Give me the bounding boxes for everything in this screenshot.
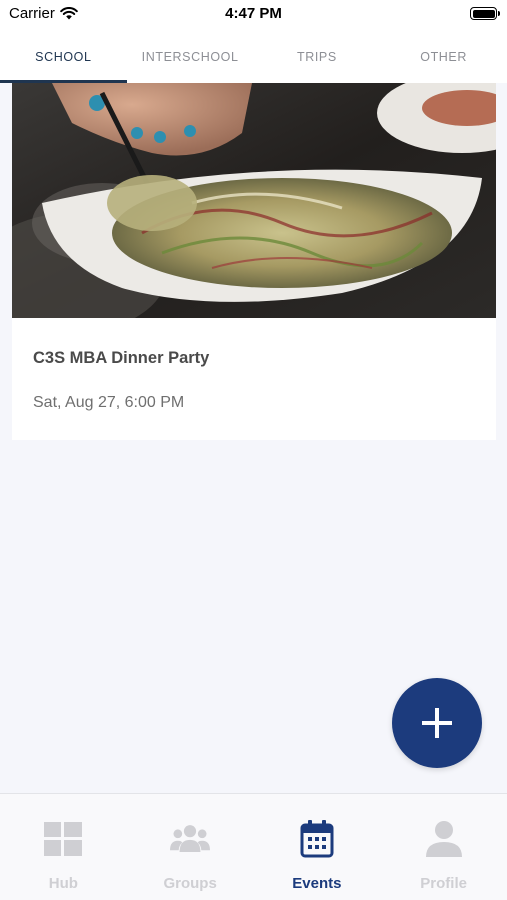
people-icon xyxy=(170,819,211,859)
nav-events-label: Events xyxy=(292,875,342,892)
tab-interschool[interactable]: INTERSCHOOL xyxy=(127,30,254,83)
add-event-button[interactable] xyxy=(392,678,482,768)
bottom-navigation: Hub Groups Events Profile xyxy=(0,793,507,900)
nav-hub[interactable]: Hub xyxy=(0,794,127,900)
nav-profile[interactable]: Profile xyxy=(380,794,507,900)
event-image xyxy=(12,83,496,318)
nav-profile-label: Profile xyxy=(420,875,467,892)
status-time: 4:47 PM xyxy=(225,5,282,22)
battery-icon xyxy=(470,7,500,20)
tab-trips[interactable]: TRIPS xyxy=(254,30,381,83)
nav-events[interactable]: Events xyxy=(254,794,381,900)
calendar-icon xyxy=(297,819,337,859)
event-card[interactable]: C3S MBA Dinner Party Sat, Aug 27, 6:00 P… xyxy=(12,83,496,440)
events-list: C3S MBA Dinner Party Sat, Aug 27, 6:00 P… xyxy=(0,83,507,793)
nav-hub-label: Hub xyxy=(48,875,78,892)
person-icon xyxy=(424,819,464,859)
grid-icon xyxy=(43,819,83,859)
nav-groups-label: Groups xyxy=(163,875,217,892)
plus-icon xyxy=(422,708,452,738)
tab-other[interactable]: OTHER xyxy=(380,30,507,83)
event-title: C3S MBA Dinner Party xyxy=(33,349,210,367)
tab-school[interactable]: SCHOOL xyxy=(0,30,127,83)
nav-groups[interactable]: Groups xyxy=(127,794,254,900)
category-tabs: SCHOOL INTERSCHOOL TRIPS OTHER xyxy=(0,30,507,83)
event-datetime: Sat, Aug 27, 6:00 PM xyxy=(33,394,185,411)
status-bar: Carrier 4:47 PM xyxy=(0,0,507,30)
